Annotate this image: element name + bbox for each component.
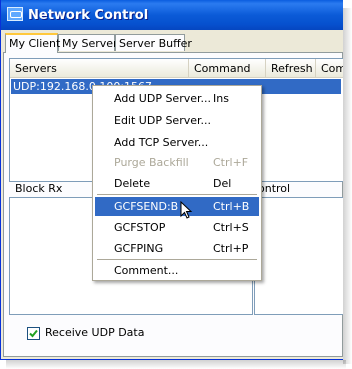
menu-item-shortcut: Ctrl+F [213,156,249,169]
column-header-command[interactable]: Command [189,59,266,77]
mouse-pointer-icon [180,201,193,219]
menu-item-label: Delete [114,177,151,190]
menu-item-label: GCFPING [114,242,164,255]
context-menu: Add UDP Server... Ins Edit UDP Server...… [92,85,262,281]
network-app-icon [7,7,23,21]
menu-item-shortcut: Ctrl+B [213,200,250,213]
menu-item-add-udp-server[interactable]: Add UDP Server... Ins [95,89,259,108]
tab-server-buffer[interactable]: Server Buffer [115,34,192,51]
receive-udp-checkbox[interactable] [27,327,40,340]
column-header-servers[interactable]: Servers [10,59,189,77]
window-shadow-right [343,8,352,364]
menu-item-gcfsend-b[interactable]: GCFSEND:B Ctrl+B [95,197,259,216]
title-bar[interactable]: Network Control [1,0,343,30]
menu-item-shortcut: Ctrl+P [213,242,249,255]
receive-udp-label[interactable]: Receive UDP Data [45,326,144,339]
menu-item-shortcut: Del [213,177,232,190]
menu-item-gcfping[interactable]: GCFPING Ctrl+P [95,239,259,258]
checkmark-icon [29,329,38,338]
menu-separator [97,194,257,195]
column-header-comm[interactable]: Comm [316,59,343,77]
window-shadow-bottom [6,360,346,369]
menu-item-label: GCFSTOP [114,221,166,234]
column-header-refresh[interactable]: Refresh [266,59,316,77]
servers-list-header: Servers Command Refresh Comm [10,59,343,78]
menu-item-purge-backfill: Purge Backfill Ctrl+F [95,153,259,172]
menu-item-shortcut: Ctrl+S [213,221,249,234]
menu-item-label: GCFSEND:B [114,200,179,213]
menu-separator [97,259,257,260]
menu-item-label: Add TCP Server... [114,136,209,149]
window-title: Network Control [28,8,149,23]
block-rx-label: Block Rx [15,182,63,195]
menu-item-comment[interactable]: Comment... [95,261,259,280]
menu-item-label: Add UDP Server... [114,92,211,105]
menu-item-label: Purge Backfill [114,156,189,169]
tab-my-client[interactable]: My Client [5,33,60,53]
control-panel[interactable] [254,197,343,315]
menu-item-gcfstop[interactable]: GCFSTOP Ctrl+S [95,218,259,237]
menu-item-edit-udp-server[interactable]: Edit UDP Server... [95,111,259,130]
control-label: ontrol [258,182,291,195]
menu-item-add-tcp-server[interactable]: Add TCP Server... [95,133,259,152]
menu-item-shortcut: Ins [213,92,229,105]
menu-item-label: Comment... [114,264,179,277]
menu-item-delete[interactable]: Delete Del [95,174,259,193]
menu-item-label: Edit UDP Server... [114,114,212,127]
tab-my-server[interactable]: My Server [58,34,118,51]
